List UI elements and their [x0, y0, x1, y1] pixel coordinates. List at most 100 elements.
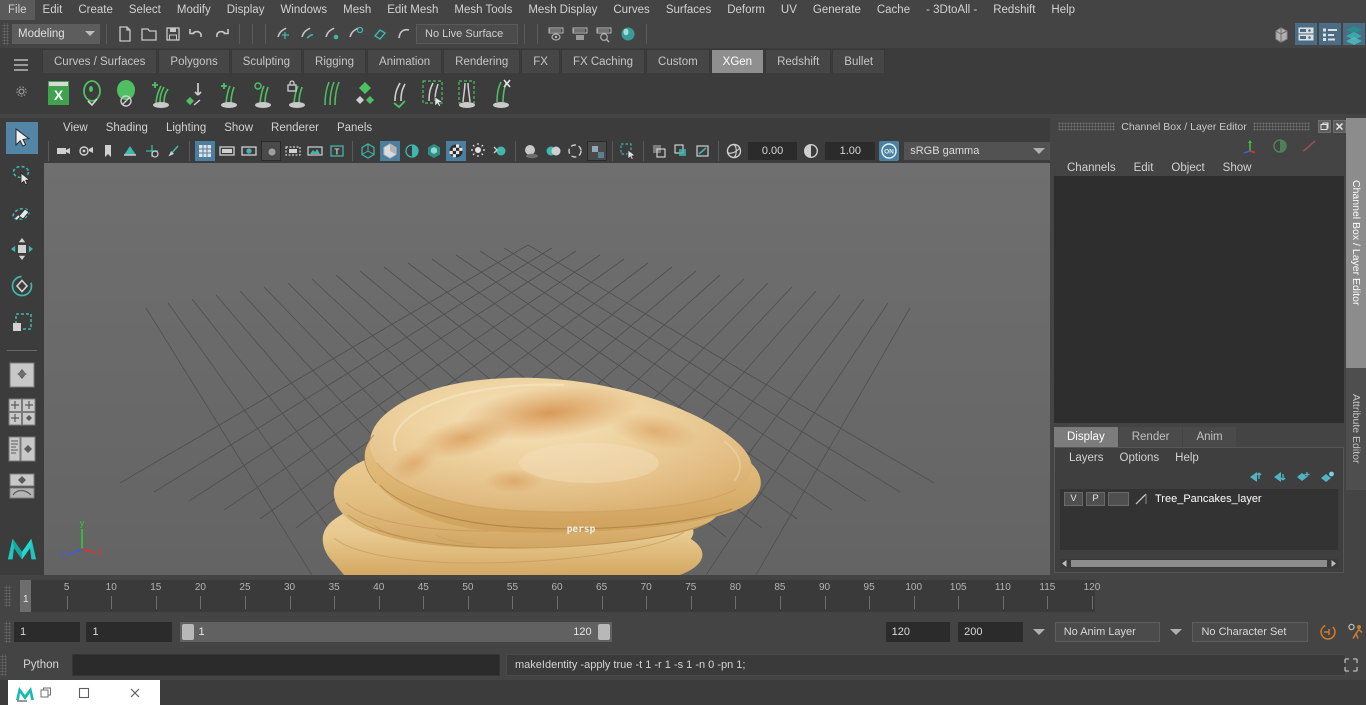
- xgen-circle-guides-icon[interactable]: [248, 77, 278, 111]
- menu-edit[interactable]: Edit: [35, 0, 71, 20]
- menu-uv[interactable]: UV: [773, 0, 805, 20]
- layer-playback-toggle[interactable]: P: [1086, 491, 1105, 506]
- xgen-select-guides-icon[interactable]: [418, 77, 448, 111]
- move-layer-down-icon[interactable]: [1272, 471, 1287, 483]
- statusbar-grip-handle[interactable]: [2, 23, 9, 45]
- layer-tab-anim[interactable]: Anim: [1183, 427, 1236, 448]
- gamma-value[interactable]: 1.00: [825, 142, 876, 160]
- snap-to-curve-icon[interactable]: [297, 23, 319, 45]
- command-language-label[interactable]: Python: [10, 659, 72, 671]
- menu-mesh-display[interactable]: Mesh Display: [520, 0, 605, 20]
- rotate-tool[interactable]: [6, 270, 38, 302]
- move-tool[interactable]: [6, 233, 38, 265]
- gamma-icon[interactable]: [801, 141, 821, 161]
- viewport-menu-renderer[interactable]: Renderer: [262, 118, 328, 139]
- scale-tool[interactable]: [6, 307, 38, 339]
- attribute-editor-toggle-icon[interactable]: [1295, 23, 1317, 45]
- command-input-field[interactable]: [72, 654, 500, 676]
- redo-icon[interactable]: [210, 23, 232, 45]
- xgen-editor-icon[interactable]: X: [44, 77, 74, 111]
- xgen-lock-guides-icon[interactable]: [282, 77, 312, 111]
- character-set-dropdown-arrow[interactable]: [1170, 629, 1183, 635]
- lock-camera-icon[interactable]: [76, 141, 96, 161]
- layer-row[interactable]: V P Tree_Pancakes_layer: [1060, 489, 1338, 508]
- film-gate-icon[interactable]: [217, 141, 237, 161]
- viewport-canvas[interactable]: persp y z x: [44, 163, 1050, 575]
- snap-to-view-plane-icon[interactable]: [369, 23, 391, 45]
- menu-cache[interactable]: Cache: [869, 0, 918, 20]
- range-left-handle[interactable]: [182, 624, 195, 640]
- character-set-selector[interactable]: No Character Set: [1192, 622, 1308, 642]
- layer-tab-display[interactable]: Display: [1054, 427, 1118, 448]
- smooth-shade-icon[interactable]: [379, 141, 400, 161]
- channel-box-content[interactable]: [1054, 176, 1344, 423]
- open-scene-icon[interactable]: [138, 23, 160, 45]
- xgen-sphere-icon[interactable]: [112, 77, 142, 111]
- maya-app-icon[interactable]: [8, 680, 59, 705]
- hardware-texture-icon[interactable]: [424, 141, 444, 161]
- playback-start-time-field[interactable]: 1: [86, 622, 173, 642]
- menu-set-selector[interactable]: Modeling: [12, 24, 100, 44]
- shadows-icon[interactable]: [521, 141, 541, 161]
- menu-mesh-tools[interactable]: Mesh Tools: [446, 0, 520, 20]
- layer-shading-toggle[interactable]: [1108, 491, 1129, 506]
- range-right-handle[interactable]: [597, 624, 610, 640]
- isolate-select-icon[interactable]: [618, 141, 638, 161]
- layer-list-scrollbar[interactable]: [1060, 559, 1338, 568]
- rangerow-grip[interactable]: [4, 621, 11, 643]
- ambient-occlusion-icon[interactable]: [543, 141, 563, 161]
- xgen-add-guides-icon[interactable]: [146, 77, 176, 111]
- layer-visibility-toggle[interactable]: V: [1064, 491, 1083, 506]
- scroll-right-arrow-icon[interactable]: [1329, 559, 1338, 568]
- menu-modify[interactable]: Modify: [169, 0, 219, 20]
- use-all-lights-icon[interactable]: [490, 141, 510, 161]
- range-slider-bar[interactable]: 1 120: [180, 622, 612, 642]
- select-camera-icon[interactable]: [54, 141, 74, 161]
- curve-icon[interactable]: [1300, 138, 1318, 154]
- show-hide-attributes-icon[interactable]: [569, 23, 591, 45]
- manipulator-icon[interactable]: [1242, 138, 1260, 154]
- single-perspective-layout[interactable]: [6, 359, 38, 391]
- snap-to-projected-center-icon[interactable]: [345, 23, 367, 45]
- color-management-icon[interactable]: ON: [879, 141, 900, 161]
- menu-redshift[interactable]: Redshift: [985, 0, 1043, 20]
- shelf-tab-rigging[interactable]: Rigging: [303, 49, 367, 73]
- resolution-gate-icon[interactable]: [239, 141, 259, 161]
- menu-windows[interactable]: Windows: [272, 0, 335, 20]
- show-hide-editor-icon[interactable]: [545, 23, 567, 45]
- grid-icon[interactable]: [194, 141, 215, 161]
- motion-blur-icon[interactable]: [565, 141, 585, 161]
- film-origin-icon[interactable]: [283, 141, 303, 161]
- modeling-toolkit-icon[interactable]: [1343, 23, 1365, 45]
- menu-select[interactable]: Select: [121, 0, 169, 20]
- viewport-menu-view[interactable]: View: [54, 118, 97, 139]
- layer-color-swatch-icon[interactable]: [1134, 492, 1148, 506]
- shelf-tab-animation[interactable]: Animation: [367, 49, 443, 73]
- menu-file[interactable]: File: [0, 0, 35, 20]
- menu-help[interactable]: Help: [1043, 0, 1083, 20]
- shelf-options-gear-icon[interactable]: [15, 85, 28, 98]
- anim-layer-selector[interactable]: No Anim Layer: [1054, 622, 1161, 642]
- select-tool[interactable]: [6, 122, 38, 154]
- layer-menu-options[interactable]: Options: [1112, 448, 1168, 468]
- new-layer-from-selected-icon[interactable]: [1320, 471, 1335, 483]
- toggle-icon[interactable]: [1272, 138, 1288, 154]
- two-d-pan-zoom-icon[interactable]: [142, 141, 162, 161]
- shaded-wireframe-icon[interactable]: [402, 141, 422, 161]
- shelf-tab-xgen[interactable]: XGen: [710, 49, 765, 73]
- command-output-field[interactable]: makeIdentity -apply true -t 1 -r 1 -s 1 …: [506, 654, 1346, 676]
- layer-list[interactable]: V P Tree_Pancakes_layer: [1060, 489, 1338, 550]
- anim-layer-dropdown-arrow[interactable]: [1032, 629, 1045, 635]
- xgen-add-density-icon[interactable]: [214, 77, 244, 111]
- xgen-density-mask-icon[interactable]: [350, 77, 380, 111]
- minimize-window-icon[interactable]: [59, 680, 110, 705]
- image-plane-icon[interactable]: [120, 141, 140, 161]
- xgen-clump-icon[interactable]: [452, 77, 482, 111]
- paint-select-tool[interactable]: [6, 196, 38, 228]
- shelf-tab-polygons[interactable]: Polygons: [158, 49, 230, 73]
- scroll-left-arrow-icon[interactable]: [1060, 559, 1069, 568]
- close-window-icon[interactable]: [109, 680, 160, 705]
- time-slider[interactable]: 5 10 15 20 25 30 35 40 45 50 55 60 65 70 75 80 85 90 95 100…: [20, 580, 1100, 612]
- dock-grip-left[interactable]: [1058, 122, 1116, 131]
- menu-mesh[interactable]: Mesh: [335, 0, 379, 20]
